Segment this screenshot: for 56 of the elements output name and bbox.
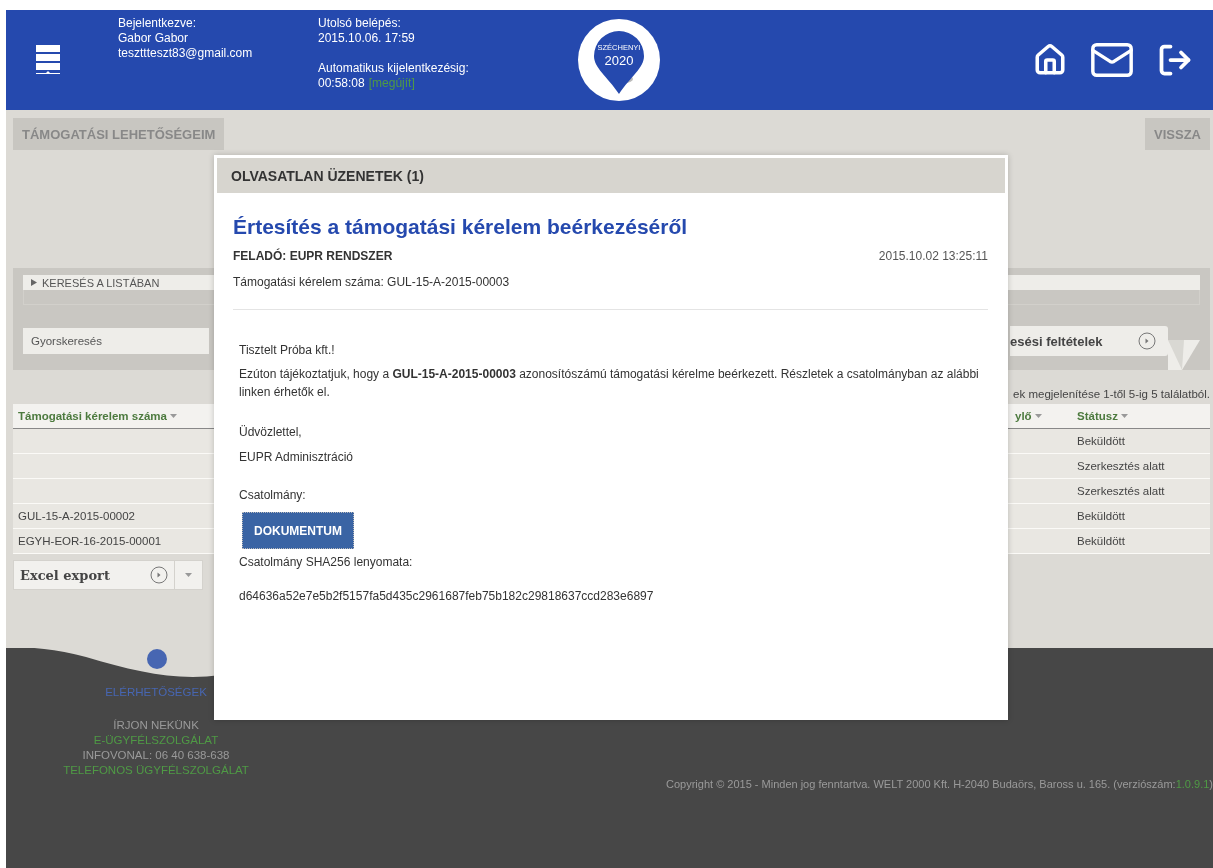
- funding-opportunities-button[interactable]: TÁMOGATÁSI LEHETŐSÉGEIM: [13, 118, 225, 150]
- copyright-text: Copyright © 2015 - Minden jog fenntartva. WELT 2000 Kft. H-2040 Budaörs, Baross u. 165. (verziószám:: [666, 778, 1176, 790]
- sort-caret-icon: [169, 414, 177, 418]
- column-header[interactable]: Támogatási kérelem száma: [13, 410, 213, 422]
- menu-icon[interactable]: [34, 43, 62, 77]
- attachment-label: Csatolmány:: [239, 487, 307, 504]
- back-button[interactable]: VISSZA: [1145, 118, 1210, 150]
- results-info: ek megjelenítése 1-től 5-ig 5 találatból.: [1013, 388, 1210, 400]
- quick-search-field[interactable]: Gyorskeresés: [23, 328, 209, 354]
- last-login-label: Utolsó belépés:: [318, 16, 402, 31]
- message-date: 2015.10.02 13:25:11: [878, 249, 988, 263]
- contacts-link[interactable]: ELÉRHETŐSÉGEK: [105, 686, 207, 698]
- user-name: Gabor Gabor: [118, 31, 190, 46]
- footer-link[interactable]: E-ÜGYFÉLSZOLGÁLAT: [93, 733, 219, 748]
- auto-logout-label: Automatikus kijelentkezésig:: [318, 61, 470, 76]
- logo-text: 2020: [604, 53, 634, 68]
- dialog-header: OLVASATLAN ÜZENETEK (1): [217, 158, 1005, 193]
- logout-countdown: 00:58:08: [318, 76, 365, 91]
- footer-text: INFOVONAL: 06 40 638-638: [82, 748, 230, 763]
- last-login-time: 2015.10.06. 17:59: [318, 31, 416, 46]
- footer-link[interactable]: TELEFONOS ÜGYFÉLSZOLGÁLAT: [63, 763, 249, 778]
- table-cell-text: Beküldött: [1076, 510, 1126, 522]
- right-triangle-icon: [31, 279, 37, 287]
- message-title: Értesítés a támogatási kérelem beérkezéséről: [233, 215, 689, 239]
- closing: Üdvözlettel,: [239, 424, 303, 441]
- hash-label: Csatolmány SHA256 lenyomata:: [239, 554, 414, 571]
- hash-value: d64636a52e7e5b2f5157fa5d435c2961687feb75b182c29818637ccd283e6897: [239, 588, 655, 605]
- greeting: Tisztelt Próba kft.!: [239, 342, 336, 359]
- reference-number: Támogatási kérelem száma: GUL-15-A-2015-00003: [233, 275, 511, 289]
- document-button[interactable]: DOKUMENTUM: [242, 512, 354, 549]
- sender: FELADÓ: EUPR RENDSZER: [233, 249, 393, 263]
- table-cell-text: GUL-15-A-2015-00002: [17, 510, 136, 522]
- signature: EUPR Adminisztráció: [239, 449, 355, 466]
- table-cell-text: Beküldött: [1076, 435, 1126, 447]
- sort-caret-icon: [1034, 414, 1042, 418]
- user-email: teszttteszt83@gmail.com: [118, 46, 254, 61]
- table-cell-text: Beküldött: [1076, 535, 1126, 547]
- excel-export-button[interactable]: Excel export: [13, 560, 175, 590]
- table-cell-text: Szerkesztés alatt: [1076, 460, 1166, 472]
- table-cell-text: EGYH-EOR-16-2015-00001: [17, 535, 163, 547]
- logout-icon[interactable]: [1157, 42, 1193, 78]
- logged-in-label: Bejelentkezve:: [118, 16, 198, 31]
- closing-parenthesis: ): [1209, 778, 1213, 790]
- footer-text: ÍRJON NEKÜNK: [113, 718, 199, 733]
- caret-icon: [185, 573, 192, 577]
- message-body: Ezúton tájékoztatjuk, hogy a GUL-15-A-2015-00003 azonosítószámú támogatási kérelme beérkezett. Részletek a csatolmányban az alábbi linken érhetők el.: [239, 366, 980, 401]
- table-cell-text: Szerkesztés alatt: [1076, 485, 1166, 497]
- version-link[interactable]: 1.0.9.1: [1175, 778, 1210, 790]
- home-icon[interactable]: [1033, 43, 1067, 77]
- sort-caret-icon: [1120, 414, 1128, 418]
- column-header[interactable]: Státusz: [1072, 410, 1210, 422]
- folded-corner-drawing: [1168, 340, 1200, 370]
- play-circle-icon: [150, 566, 168, 584]
- renew-link[interactable]: [megújít]: [368, 76, 415, 91]
- column-header[interactable]: ylő: [1010, 410, 1072, 422]
- play-circle-icon: [1138, 332, 1156, 350]
